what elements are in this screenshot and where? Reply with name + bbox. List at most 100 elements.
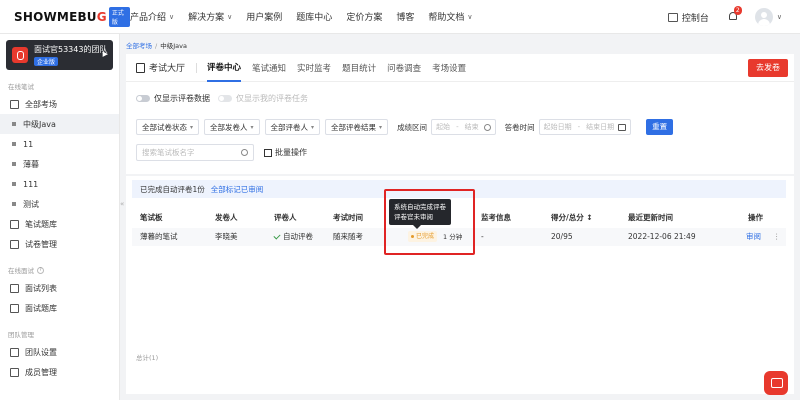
sidebar-item-venue-test[interactable]: 测试 (0, 194, 119, 214)
logo-text: SHOWMEBUG (14, 9, 107, 24)
mark-all-reviewed-link[interactable]: 全部标记已审阅 (211, 184, 264, 195)
sidebar-item-venue-111[interactable]: 111 (0, 174, 119, 194)
nav-solutions[interactable]: 解决方案 ∨ (188, 10, 232, 24)
list-icon (10, 283, 19, 293)
nav-product-intro[interactable]: 产品介绍 ∨ (130, 10, 175, 24)
proctor-info: - (481, 232, 484, 241)
hall-icon (136, 62, 145, 73)
top-right-tools: 控制台 2 ∨ (667, 0, 782, 34)
sender-name: 李晓美 (215, 232, 238, 241)
sidebar-item-interview-list[interactable]: 面试列表 (0, 278, 119, 298)
breadcrumb: 全部考场 / 中级Java (126, 42, 187, 50)
grader-cell: 自动评卷 (273, 228, 313, 246)
updated-time: 2022-12-06 21:49 (628, 232, 696, 241)
highlight-annotation (384, 189, 475, 255)
chevron-down-icon: ▾ (250, 123, 254, 131)
nav-question-bank[interactable]: 题库中心 (296, 10, 332, 23)
bullet-icon (12, 202, 16, 206)
chat-support-button[interactable] (764, 371, 788, 395)
team-plan-badge: 企业版 (34, 57, 59, 66)
paper-name: 薄暮的笔试 (140, 232, 178, 241)
top-navigation: SHOWMEBUG 正式版 产品介绍 ∨ 解决方案 ∨ 用户案例 题库中心 定价方案… (0, 0, 800, 34)
group-online-interview: 在线面试? (8, 262, 119, 278)
select-grader[interactable]: 全部评卷人 ▾ (264, 119, 321, 135)
logo[interactable]: SHOWMEBUG 正式版 (14, 6, 130, 27)
sidebar-item-written-bank[interactable]: 笔试题库 (0, 214, 119, 234)
select-paper-status[interactable]: 全部试卷状态 ▾ (136, 119, 200, 135)
group-team-mgmt: 团队管理 (8, 331, 34, 339)
chevron-down-icon: ∨ (467, 12, 473, 21)
total-count: 总计(1) (136, 354, 159, 362)
search-icon[interactable] (241, 149, 248, 156)
breadcrumb-current: 中级Java (160, 42, 187, 50)
sidebar-item-team-settings[interactable]: 团队设置 (0, 342, 119, 362)
notification-bell[interactable]: 2 (727, 6, 742, 23)
user-icon (10, 367, 19, 377)
tab-live-proctor[interactable]: 实时监考 (297, 54, 331, 82)
sidebar-item-all-venues[interactable]: 全部考场 (0, 94, 119, 114)
monitor-icon (667, 12, 678, 22)
batch-icon (264, 148, 272, 157)
team-name: 面试官53343的团队 (34, 45, 108, 54)
arrow-right-icon: ▶ (102, 50, 108, 58)
reset-button[interactable]: 重置 (646, 119, 674, 135)
user-avatar[interactable] (754, 8, 773, 26)
sidebar-item-venue-11[interactable]: 11 (0, 134, 119, 154)
toggle-my-tasks-label: 仅显示我的评卷任务 (236, 94, 308, 103)
answer-time-range[interactable]: 起始日期 - 结束日期 (538, 119, 632, 135)
chevron-down-icon: ▾ (190, 123, 194, 131)
breadcrumb-root[interactable]: 全部考场 (126, 42, 152, 50)
sidebar-item-venue-bomu[interactable]: 薄暮 (0, 154, 119, 174)
answer-time-label: 答卷时间 (504, 122, 535, 132)
tab-exam-notice[interactable]: 笔试通知 (252, 54, 286, 82)
venue-tabs: 考试大厅 评卷中心 笔试通知 实时监考 题目统计 问卷调查 考场设置 去发卷 (126, 54, 794, 82)
filter-panel: 仅显示评卷数据 仅显示我的评卷任务 全部试卷状态 ▾ 全部发卷人 ▾ 全部评卷人 ▾ … (126, 82, 794, 174)
select-grading-result[interactable]: 全部评卷结果 ▾ (325, 119, 389, 135)
bullet-icon (12, 182, 16, 186)
sidebar-item-venue-java[interactable]: 中级Java (0, 114, 119, 134)
question-bank-icon (10, 219, 19, 229)
chevron-down-icon[interactable]: ∨ (777, 13, 782, 21)
score-range-label: 成绩区间 (397, 122, 428, 132)
settings-icon (10, 347, 19, 357)
sidebar: 面试官53343的团队 企业版 ▶ 在线笔试 全部考场 中级Java 11 薄暮… (0, 34, 120, 400)
toggle-show-grading-data[interactable] (136, 95, 150, 102)
select-sender[interactable]: 全部发卷人 ▾ (204, 119, 260, 135)
nav-blog[interactable]: 博客 (396, 10, 414, 23)
chevron-down-icon: ▾ (379, 123, 383, 131)
venue-icon (10, 99, 19, 109)
score-sort-header[interactable]: 得分/总分 ↕ (551, 209, 593, 227)
score-range-input[interactable]: 起始 - 结束 (431, 119, 496, 135)
group-written-exam: 在线笔试 (8, 83, 34, 91)
team-switcher[interactable]: 面试官53343的团队 企业版 ▶ (6, 40, 113, 70)
review-link[interactable]: 审阅 (746, 228, 761, 246)
more-options-icon[interactable]: ⋮ (773, 228, 781, 246)
calendar-icon[interactable] (618, 123, 627, 131)
sidebar-item-members[interactable]: 成员管理 (0, 362, 119, 382)
check-icon (273, 232, 281, 240)
tab-survey[interactable]: 问卷调查 (387, 54, 421, 82)
console-link[interactable]: 控制台 (667, 11, 709, 24)
tab-venue-settings[interactable]: 考场设置 (432, 54, 466, 82)
batch-operation-button[interactable]: 批量操作 (264, 147, 307, 158)
nav-pricing[interactable]: 定价方案 (346, 10, 382, 23)
tab-grading-center[interactable]: 评卷中心 (207, 54, 242, 82)
edition-badge: 正式版 (108, 6, 130, 27)
score: 20/95 (551, 232, 573, 241)
sidebar-item-paper-mgmt[interactable]: 试卷管理 (0, 234, 119, 254)
bullet-icon (12, 122, 16, 126)
search-input[interactable]: 搜索笔试板名字 (136, 144, 254, 161)
tab-question-stats[interactable]: 题目统计 (342, 54, 376, 82)
search-icon[interactable] (483, 123, 491, 131)
nav-user-cases[interactable]: 用户案例 (246, 10, 282, 23)
chevron-down-icon: ∨ (169, 12, 175, 21)
send-paper-button[interactable]: 去发卷 (748, 59, 788, 77)
help-icon[interactable]: ? (37, 266, 44, 274)
grid-icon (10, 303, 19, 313)
sidebar-item-interview-bank[interactable]: 面试题库 (0, 298, 119, 318)
toggle-show-grading-data-label: 仅显示评卷数据 (154, 94, 210, 103)
main-menu: 产品介绍 ∨ 解决方案 ∨ 用户案例 题库中心 定价方案 博客 帮助文档 ∨ (130, 10, 486, 24)
bullet-icon (12, 162, 16, 166)
tab-exam-hall[interactable]: 考试大厅 (136, 54, 185, 82)
nav-help-docs[interactable]: 帮助文档 ∨ (428, 10, 473, 24)
